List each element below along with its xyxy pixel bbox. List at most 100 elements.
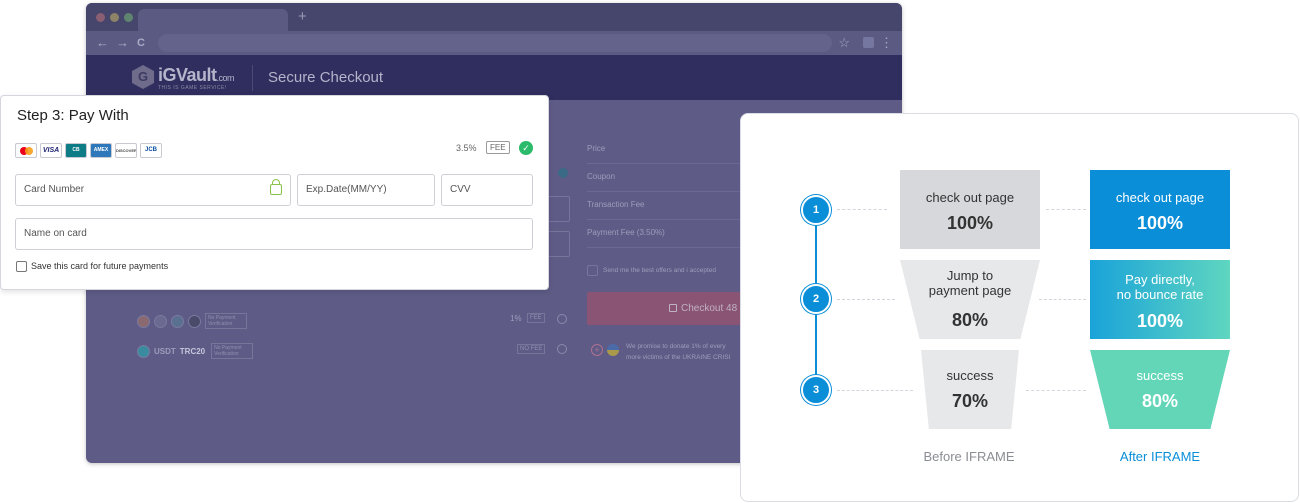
stage-percent: 100% xyxy=(1136,311,1184,331)
page-title: Secure Checkout xyxy=(268,69,384,86)
funnel-comparison-panel: 1 2 3 check out page 100% Jump to paymen… xyxy=(740,113,1299,502)
stage-percent: 70% xyxy=(951,391,989,411)
fee-percent: 3.5% xyxy=(456,143,477,153)
no-verification-tag: No Payment Verification xyxy=(205,313,247,329)
stage-label-line1: Jump to xyxy=(946,268,994,283)
header-divider xyxy=(252,65,253,91)
extension-icon[interactable] xyxy=(863,37,874,48)
donation-text-2: more victims of the UKRAINE CRISI xyxy=(626,354,731,361)
offers-checkbox[interactable] xyxy=(587,265,598,276)
bitcoin-icon xyxy=(137,314,150,328)
dashed-connector xyxy=(837,299,895,300)
site-header: G iGVault.com THIS IS GAME SERVICE! Secu… xyxy=(86,55,902,100)
payment-card: Step 3: Pay With VISA CB AMEX DISCOVER J… xyxy=(0,95,549,290)
new-tab-icon[interactable]: + xyxy=(298,8,307,25)
usdt-method-row[interactable]: USDT TRC20 No Payment Verification xyxy=(137,343,254,359)
before-jump-stage: Jump to payment page 80% xyxy=(900,260,1040,339)
fee-tag: FEE xyxy=(527,313,545,323)
coin-icon xyxy=(188,314,201,328)
igvault-logo-icon: G xyxy=(132,65,154,89)
visa-icon: VISA xyxy=(40,143,62,158)
red-cross-icon: + xyxy=(591,344,603,356)
usdt-radio[interactable] xyxy=(557,344,567,354)
expiry-date-field[interactable]: Exp.Date(MM/YY) xyxy=(297,174,435,206)
cb-icon: CB xyxy=(65,143,87,158)
price-label: Price xyxy=(587,144,606,153)
after-iframe-caption: After IFRAME xyxy=(1119,449,1201,464)
fee-tag: FEE xyxy=(486,141,510,154)
after-pay-directly-stage: Pay directly, no bounce rate 100% xyxy=(1090,260,1230,339)
dashed-connector xyxy=(1039,299,1086,300)
no-fee-tag: NO FEE xyxy=(517,344,546,354)
stage-label: check out page xyxy=(1115,190,1205,205)
dashed-connector xyxy=(837,390,913,391)
logo-suffix: .com xyxy=(216,73,235,83)
card-number-field[interactable]: Card Number xyxy=(15,174,291,206)
lock-icon xyxy=(669,304,677,312)
payment-fee-label: Payment Fee (3.50%) xyxy=(587,228,665,237)
stage-label: success xyxy=(946,368,994,383)
forward-arrow-icon[interactable]: → xyxy=(116,35,129,50)
stage: + ← → C ☆ ⋮ G iGVault.com THIS IS GAME S… xyxy=(0,0,1300,503)
ethereum-icon xyxy=(154,314,167,328)
step-1-badge: 1 xyxy=(801,195,831,225)
reload-icon[interactable]: C xyxy=(137,37,145,49)
card-brands: VISA CB AMEX DISCOVER JCB xyxy=(15,143,162,158)
amex-icon: AMEX xyxy=(90,143,112,158)
stage-percent: 100% xyxy=(1136,213,1184,233)
save-card-checkbox[interactable] xyxy=(16,261,27,272)
browser-tab[interactable] xyxy=(138,9,288,31)
lock-icon xyxy=(270,179,282,195)
card-method-radio[interactable] xyxy=(558,168,568,178)
site-logo[interactable]: iGVault.com xyxy=(158,65,235,86)
step-3-badge: 3 xyxy=(801,375,831,405)
dashed-connector xyxy=(837,209,887,210)
stage-percent: 80% xyxy=(951,310,989,330)
logo-tagline: THIS IS GAME SERVICE! xyxy=(158,85,227,91)
stage-label-line2: payment page xyxy=(928,283,1012,298)
selected-check-icon: ✓ xyxy=(519,141,533,155)
discover-icon: DISCOVER xyxy=(115,143,137,158)
expiry-placeholder: Exp.Date(MM/YY) xyxy=(306,184,387,195)
save-card-label: Save this card for future payments xyxy=(31,261,169,271)
step-2-badge: 2 xyxy=(801,284,831,314)
minimize-window-dot[interactable] xyxy=(110,13,119,22)
transaction-fee-label: Transaction Fee xyxy=(587,200,645,209)
jcb-icon: JCB xyxy=(140,143,162,158)
name-on-card-field[interactable]: Name on card xyxy=(15,218,533,250)
browser-tab-strip: + xyxy=(86,3,902,31)
tether-icon xyxy=(171,314,184,328)
stage-percent: 80% xyxy=(1141,391,1179,411)
stage-percent: 100% xyxy=(946,213,994,233)
cvv-placeholder: CVV xyxy=(450,184,471,195)
card-number-placeholder: Card Number xyxy=(24,184,85,195)
before-iframe-caption: Before IFRAME xyxy=(923,449,1015,464)
before-checkout-stage: check out page 100% xyxy=(900,170,1040,249)
after-success-stage: success 80% xyxy=(1090,350,1230,429)
before-success-stage: success 70% xyxy=(921,350,1019,429)
dashed-connector xyxy=(1026,390,1086,391)
stage-label-line1: Pay directly, xyxy=(1125,272,1195,287)
cvv-field[interactable]: CVV xyxy=(441,174,533,206)
donation-text-1: We promise to donate 1% of every xyxy=(626,343,726,350)
address-bar[interactable] xyxy=(158,34,832,52)
logo-name: iGVault xyxy=(158,65,217,85)
trc20-label: TRC20 xyxy=(179,346,206,356)
stage-label: success xyxy=(1136,368,1184,383)
dashed-connector xyxy=(1046,209,1086,210)
crypto-fee-percent: 1% xyxy=(510,314,522,323)
crypto-radio[interactable] xyxy=(557,314,567,324)
name-placeholder: Name on card xyxy=(24,228,87,239)
after-checkout-stage: check out page 100% xyxy=(1090,170,1230,249)
close-window-dot[interactable] xyxy=(96,13,105,22)
mastercard-icon xyxy=(15,143,37,158)
coupon-label: Coupon xyxy=(587,172,616,181)
back-arrow-icon[interactable]: ← xyxy=(96,35,109,50)
stage-label-line2: no bounce rate xyxy=(1116,287,1204,302)
crypto-method-row[interactable]: No Payment Verification xyxy=(137,313,247,329)
browser-menu-icon[interactable]: ⋮ xyxy=(880,35,893,51)
maximize-window-dot[interactable] xyxy=(124,13,133,22)
usdt-icon xyxy=(137,344,150,358)
bookmark-star-icon[interactable]: ☆ xyxy=(838,35,850,51)
checkout-button-label: Checkout 48 xyxy=(681,303,738,314)
